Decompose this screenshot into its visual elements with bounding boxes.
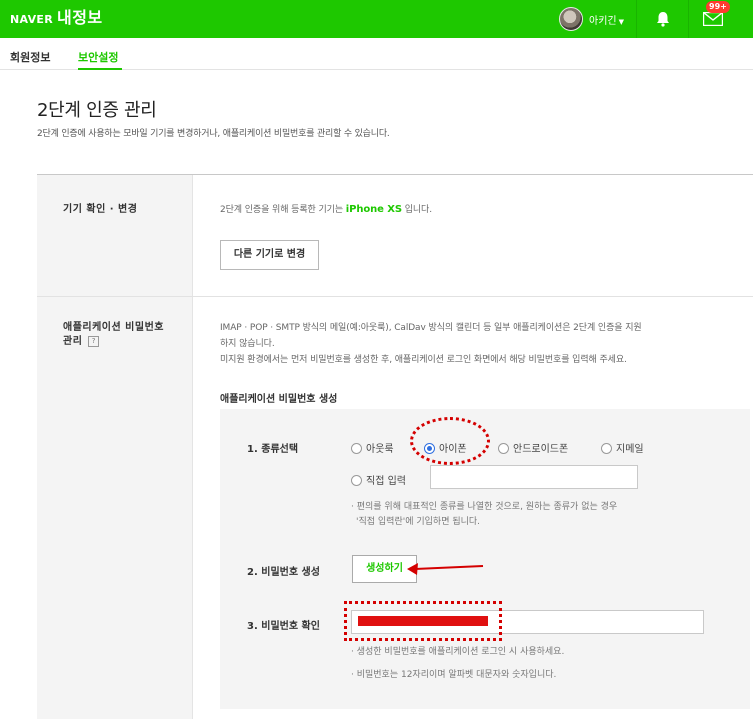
device-info-text: 2단계 인증을 위해 등록한 기기는 iPhone XS 입니다. <box>220 202 432 218</box>
page-title: 2단계 인증 관리 <box>37 100 157 121</box>
app-password-subheading: 애플리케이션 비밀번호 생성 <box>220 394 338 405</box>
change-device-button[interactable]: 다른 기기로 변경 <box>220 240 319 270</box>
radio-android[interactable]: 안드로이드폰 <box>498 440 568 455</box>
device-info-suffix: 입니다. <box>401 205 432 215</box>
radio-circle[interactable] <box>498 443 509 454</box>
help-icon[interactable]: ? <box>88 335 100 347</box>
radio-circle[interactable] <box>601 443 612 454</box>
device-name: iPhone XS <box>345 204 402 215</box>
brand-text: NAVER <box>10 13 53 26</box>
header-divider <box>688 0 689 38</box>
top-header: NAVER 내정보 아키긴 ▼ 99+ <box>0 0 753 38</box>
radio-circle[interactable] <box>351 475 362 486</box>
radio-circle[interactable] <box>351 443 362 454</box>
radio-label: 직접 입력 <box>366 476 406 487</box>
naver-logo[interactable]: NAVER 내정보 <box>10 6 103 32</box>
header-divider <box>636 0 637 38</box>
bell-icon[interactable] <box>654 10 672 28</box>
radio-label: 안드로이드폰 <box>513 444 569 455</box>
page-description: 2단계 인증에 사용하는 모바일 기기를 변경하거나, 애플리케이션 비밀번호를… <box>37 129 390 139</box>
label-column <box>37 175 193 719</box>
type-note-line: '직접 입력란'에 기입하면 됩니다. <box>356 517 481 527</box>
step3-label: 3. 비밀번호 확인 <box>247 621 320 632</box>
mail-icon[interactable] <box>703 12 723 26</box>
user-menu[interactable]: 아키긴 ▼ <box>589 12 624 27</box>
active-tab-indicator <box>78 68 122 70</box>
radio-label: 아웃룩 <box>366 444 394 455</box>
step1-label: 1. 종류선택 <box>247 444 299 455</box>
radio-label: 지메일 <box>616 444 644 455</box>
tab-security-settings[interactable]: 보안설정 <box>78 49 118 65</box>
sub-navigation: 회원정보 보안설정 <box>0 38 753 70</box>
annotation-highlight-ellipse <box>410 417 490 465</box>
radio-outlook[interactable]: 아웃룩 <box>351 440 394 455</box>
avatar[interactable] <box>559 7 583 31</box>
device-section-label: 기기 확인 · 변경 <box>63 204 138 215</box>
annotation-highlight-rect <box>344 601 502 641</box>
type-note: · 편의를 위해 대표적인 종류를 나열한 것으로, 원하는 종류가 없는 경우… <box>351 500 617 530</box>
app-password-label-line2: 관리 <box>63 336 83 347</box>
direct-input-field[interactable] <box>430 465 638 489</box>
app-password-label-line1: 애플리케이션 비밀번호 <box>63 322 164 333</box>
device-info-prefix: 2단계 인증을 위해 등록한 기기는 <box>220 205 346 215</box>
description-line: 하지 않습니다. <box>220 339 275 349</box>
password-note: · 생성한 비밀번호를 애플리케이션 로그인 시 사용하세요. <box>351 647 565 657</box>
type-note-line: · 편의를 위해 대표적인 종류를 나열한 것으로, 원하는 종류가 없는 경우 <box>351 502 618 512</box>
radio-gmail[interactable]: 지메일 <box>601 440 644 455</box>
caret-down-icon: ▼ <box>618 18 624 26</box>
password-note: · 비밀번호는 12자리이며 알파벳 대문자와 숫자입니다. <box>351 670 557 680</box>
mail-badge: 99+ <box>706 1 730 13</box>
radio-direct-input[interactable]: 직접 입력 <box>351 472 406 487</box>
step2-label: 2. 비밀번호 생성 <box>247 567 320 578</box>
app-password-section-label: 애플리케이션 비밀번호 관리 ? <box>63 321 164 349</box>
row-divider <box>37 296 753 297</box>
app-password-description: IMAP · POP · SMTP 방식의 메일(예:아웃룩), CalDav … <box>220 320 642 368</box>
username-label: 아키긴 <box>589 16 617 27</box>
tab-member-info[interactable]: 회원정보 <box>10 49 50 65</box>
description-line: IMAP · POP · SMTP 방식의 메일(예:아웃룩), CalDav … <box>220 323 642 333</box>
app-password-form <box>220 409 750 709</box>
page-brand-title: 내정보 <box>56 8 103 27</box>
description-line: 미지원 환경에서는 먼저 비밀번호를 생성한 후, 애플리케이션 로그인 화면에… <box>220 355 627 365</box>
annotation-arrow-icon <box>407 563 484 575</box>
